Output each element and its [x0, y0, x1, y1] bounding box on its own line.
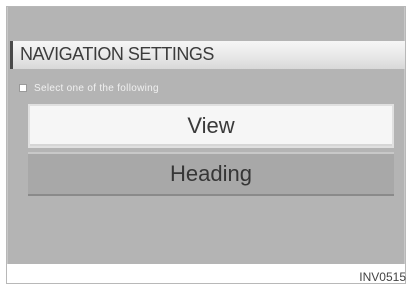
heading-button-label: Heading [170, 161, 252, 186]
view-button-label: View [187, 113, 235, 138]
instruction-row: Select one of the following [20, 81, 159, 95]
title-bar: NAVIGATION SETTINGS [10, 41, 405, 69]
page-title: NAVIGATION SETTINGS [20, 44, 214, 64]
bullet-icon [20, 85, 26, 91]
view-button[interactable]: View [28, 104, 394, 148]
heading-button[interactable]: Heading [28, 152, 394, 196]
instruction-text: Select one of the following [34, 82, 159, 94]
figure-code: INV0515 [359, 270, 406, 284]
